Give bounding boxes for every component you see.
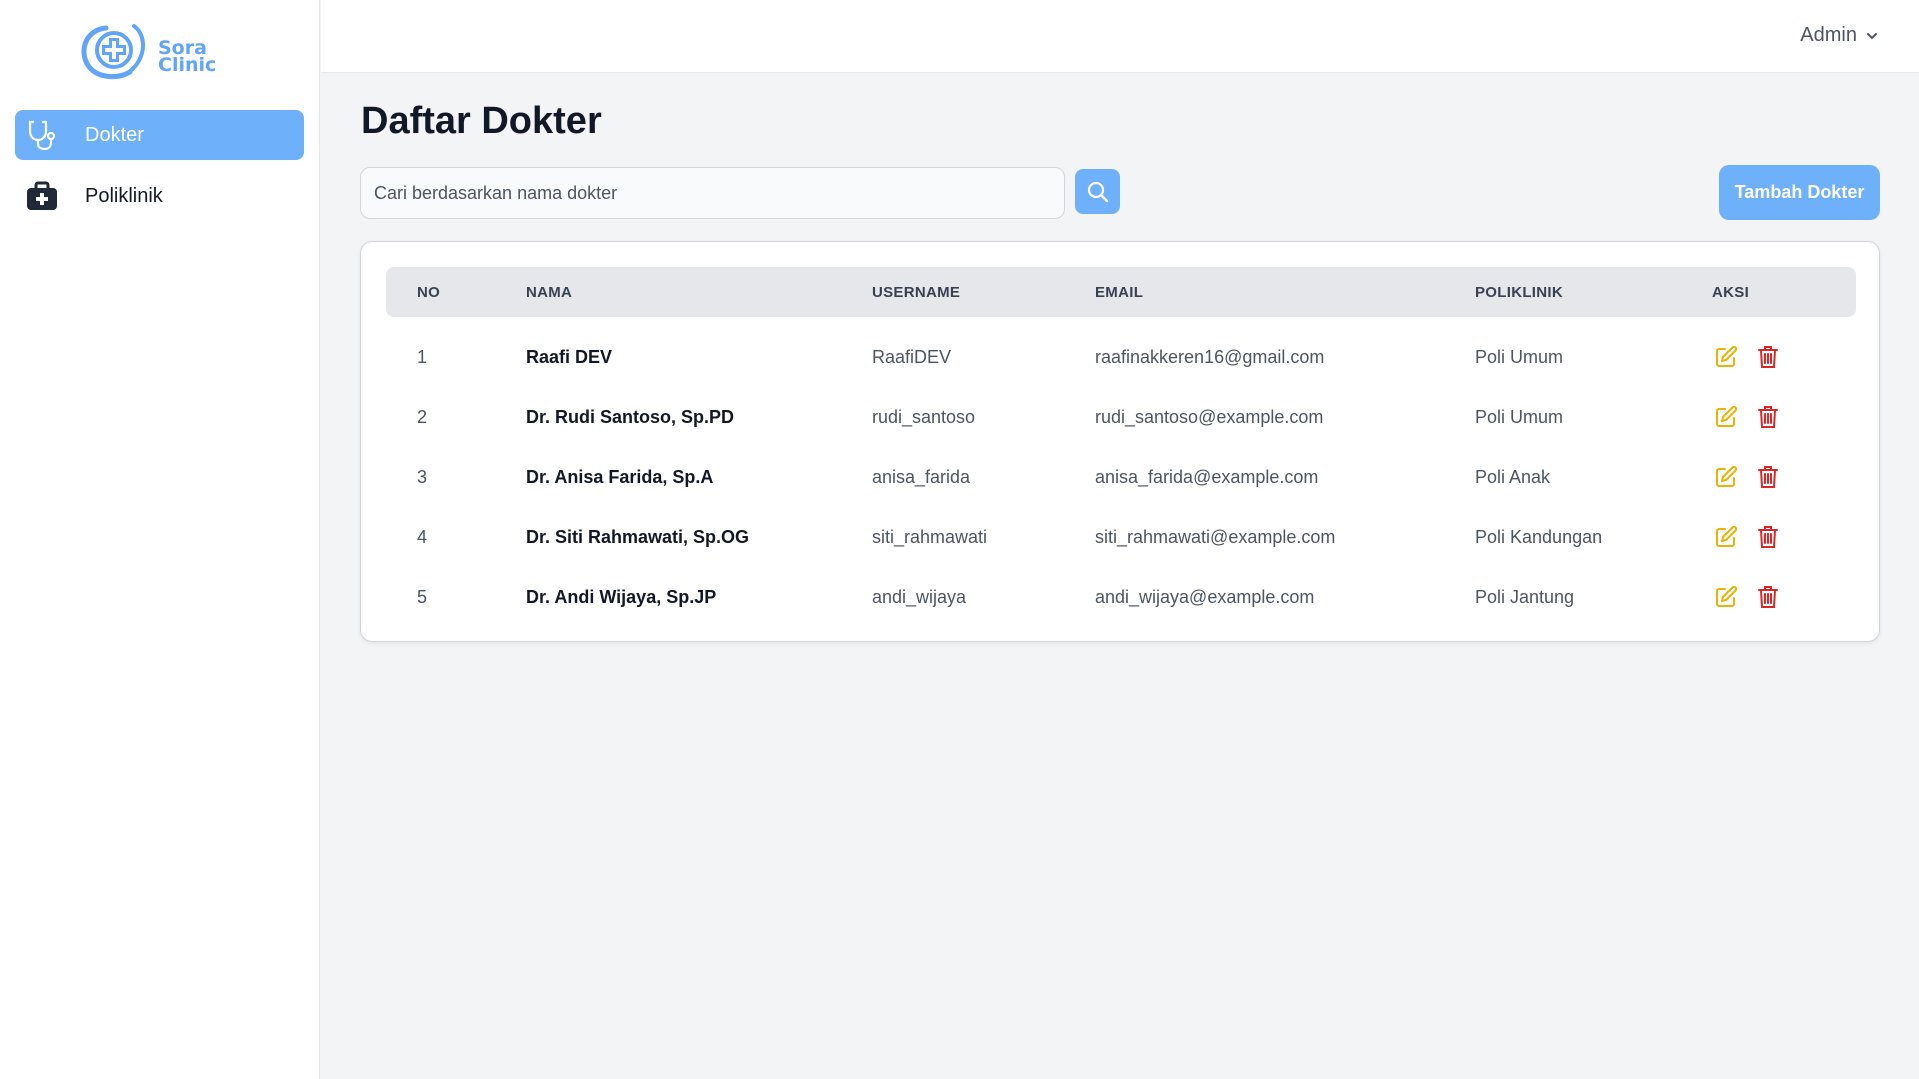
table-row: 1 Raafi DEV RaafiDEV raafinakkeren16@gmail.… — [386, 327, 1856, 387]
cell-no: 1 — [417, 346, 428, 367]
sidebar-item-label: Dokter — [85, 123, 144, 146]
doctor-table: NO NAMA USERNAME EMAIL POLIKLINIK AKSI 1… — [360, 241, 1880, 642]
cell-no: 5 — [417, 586, 428, 607]
cell-email: rudi_santoso@example.com — [1095, 406, 1324, 427]
stethoscope-icon — [25, 118, 59, 152]
sidebar-item-poliklinik[interactable]: Poliklinik — [15, 171, 304, 221]
cell-nama: Dr. Rudi Santoso, Sp.PD — [526, 406, 735, 427]
brand-name-line2: Clinic — [158, 54, 217, 76]
cell-aksi — [1713, 387, 1781, 447]
cell-nama: Dr. Siti Rahmawati, Sp.OG — [526, 526, 750, 547]
cell-nama: Dr. Anisa Farida, Sp.A — [526, 466, 714, 487]
cell-email: andi_wijaya@example.com — [1095, 586, 1315, 607]
table-row: 2 Dr. Rudi Santoso, Sp.PD rudi_santoso rudi… — [386, 387, 1856, 447]
delete-icon[interactable] — [1755, 344, 1781, 370]
delete-icon[interactable] — [1755, 584, 1781, 610]
edit-icon[interactable] — [1713, 524, 1739, 550]
cell-email: siti_rahmawati@example.com — [1095, 526, 1336, 547]
table-row: 4 Dr. Siti Rahmawati, Sp.OG siti_rahmawati… — [386, 507, 1856, 567]
cell-username: siti_rahmawati — [872, 526, 988, 547]
chevron-down-icon — [1867, 32, 1877, 39]
column-header-aksi: AKSI — [1712, 283, 1750, 301]
top-bar: Admin — [321, 0, 1919, 73]
user-menu-label: Admin — [1800, 24, 1857, 46]
cross-swoosh-logo-icon — [81, 24, 146, 80]
sidebar-item-label: Poliklinik — [85, 184, 163, 207]
column-header-poliklinik: POLIKLINIK — [1475, 283, 1563, 301]
search-button[interactable] — [1075, 169, 1120, 214]
cell-username: RaafiDEV — [872, 346, 952, 367]
cell-email: raafinakkeren16@gmail.com — [1095, 346, 1325, 367]
medical-kit-icon — [25, 179, 59, 213]
brand-name: Sora Clinic — [158, 39, 217, 76]
cell-poliklinik: Poli Anak — [1475, 466, 1551, 487]
cell-email: anisa_farida@example.com — [1095, 466, 1319, 487]
user-menu[interactable]: Admin — [1800, 24, 1879, 47]
sidebar: Sora Clinic Dokter Poliklinik — [0, 0, 320, 1079]
search-icon — [1087, 181, 1108, 202]
edit-icon[interactable] — [1713, 584, 1739, 610]
column-header-username: USERNAME — [872, 283, 961, 301]
cell-nama: Dr. Andi Wijaya, Sp.JP — [526, 586, 717, 607]
cell-poliklinik: Poli Umum — [1475, 346, 1564, 367]
page-title: Daftar Dokter — [361, 100, 602, 142]
cell-nama: Raafi DEV — [526, 346, 613, 367]
cell-no: 2 — [417, 406, 428, 427]
cell-aksi — [1713, 447, 1781, 507]
edit-icon[interactable] — [1713, 404, 1739, 430]
cell-poliklinik: Poli Umum — [1475, 406, 1564, 427]
column-header-nama: NAMA — [526, 283, 573, 301]
clinic-logo[interactable]: Sora Clinic — [76, 22, 236, 82]
delete-icon[interactable] — [1755, 404, 1781, 430]
cell-poliklinik: Poli Kandungan — [1475, 526, 1603, 547]
column-header-no: NO — [417, 283, 441, 301]
column-header-email: EMAIL — [1095, 283, 1144, 301]
cell-username: andi_wijaya — [872, 586, 967, 607]
cell-aksi — [1713, 507, 1781, 567]
table-header: NO NAMA USERNAME EMAIL POLIKLINIK AKSI — [386, 267, 1856, 317]
sidebar-item-dokter[interactable]: Dokter — [15, 110, 304, 160]
cell-poliklinik: Poli Jantung — [1475, 586, 1575, 607]
cell-username: anisa_farida — [872, 466, 971, 487]
search-input[interactable] — [360, 167, 1065, 219]
add-doctor-button[interactable]: Tambah Dokter — [1719, 165, 1880, 220]
cell-aksi — [1713, 327, 1781, 387]
cell-no: 4 — [417, 526, 428, 547]
cell-aksi — [1713, 567, 1781, 627]
cell-username: rudi_santoso — [872, 406, 976, 427]
delete-icon[interactable] — [1755, 524, 1781, 550]
table-row: 5 Dr. Andi Wijaya, Sp.JP andi_wijaya andi_w… — [386, 567, 1856, 627]
edit-icon[interactable] — [1713, 464, 1739, 490]
table-row: 3 Dr. Anisa Farida, Sp.A anisa_farida anisa… — [386, 447, 1856, 507]
edit-icon[interactable] — [1713, 344, 1739, 370]
delete-icon[interactable] — [1755, 464, 1781, 490]
cell-no: 3 — [417, 466, 428, 487]
